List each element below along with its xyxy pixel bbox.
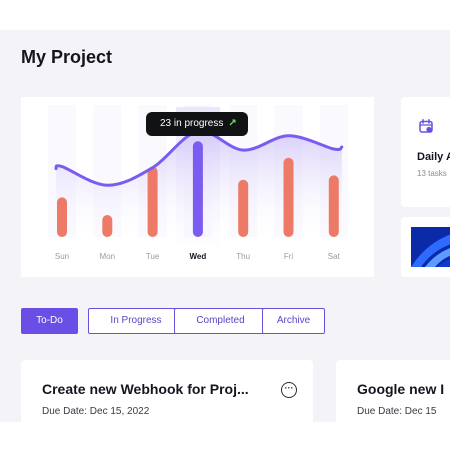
task-title: Google new I (357, 381, 445, 397)
x-tick-sat: Sat (328, 252, 341, 261)
tooltip-text: 23 in progress (160, 118, 224, 129)
more-horizontal-icon[interactable]: ··· (281, 382, 297, 398)
image-thumbnail (411, 227, 450, 267)
tab-to-do[interactable]: To-Do (21, 308, 78, 334)
calendar-check-icon (419, 119, 433, 133)
page-title: My Project (21, 47, 113, 67)
task-card[interactable]: Create new Webhook for Proj... Due Date:… (21, 360, 313, 430)
bar-mon[interactable] (102, 215, 113, 237)
daily-task-count: 13 tasks (417, 169, 447, 178)
bar-tue[interactable] (147, 166, 158, 237)
x-tick-wed: Wed (190, 252, 207, 261)
tab-in-progress[interactable]: In Progress (88, 308, 184, 334)
x-tick-sun: Sun (55, 252, 69, 261)
bar-fri[interactable] (283, 157, 294, 237)
arrow-up-right-icon: ↗ (228, 118, 237, 129)
bar-sun[interactable] (57, 197, 67, 237)
task-due-date: Due Date: Dec 15, 2022 (42, 406, 150, 417)
task-due-date: Due Date: Dec 15 (357, 406, 437, 417)
tab-archive[interactable]: Archive (262, 308, 325, 334)
x-tick-tue: Tue (146, 252, 160, 261)
x-tick-thu: Thu (236, 252, 250, 261)
task-card[interactable]: Google new I Due Date: Dec 15 (336, 360, 450, 430)
image-card[interactable] (401, 217, 450, 277)
bar-sat[interactable] (328, 175, 339, 237)
x-tick-fri: Fri (284, 252, 294, 261)
x-tick-mon: Mon (100, 252, 116, 261)
tab-completed[interactable]: Completed (174, 308, 267, 334)
bar-wed[interactable] (192, 141, 203, 237)
bottom-fade (0, 422, 450, 450)
daily-task-card[interactable]: Daily A 13 tasks (401, 97, 450, 207)
task-title: Create new Webhook for Proj... (42, 381, 249, 397)
bar-thu[interactable] (238, 179, 249, 237)
progress-tooltip: 23 in progress ↗ (146, 112, 248, 136)
daily-task-title: Daily A (417, 151, 450, 163)
